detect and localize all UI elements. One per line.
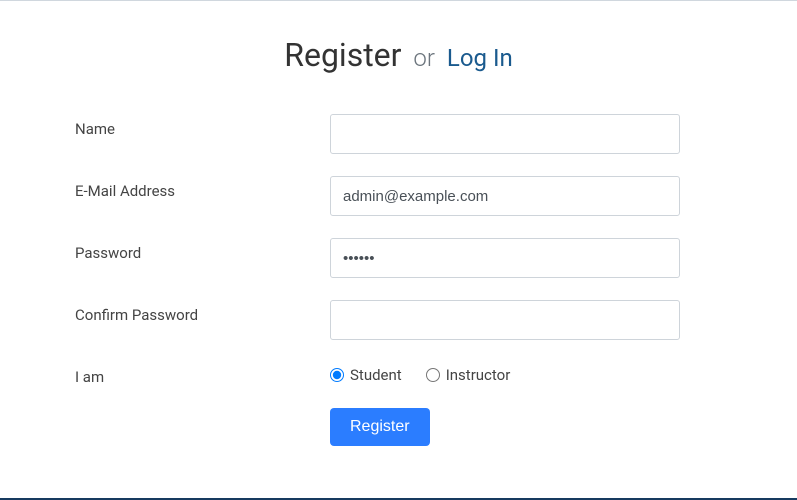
form-row-password: Password [75, 238, 722, 278]
role-label: I am [75, 362, 330, 386]
register-button[interactable]: Register [330, 408, 430, 446]
instructor-radio-label: Instructor [446, 366, 511, 384]
role-radio-group: Student Instructor [330, 364, 680, 384]
name-input[interactable] [330, 114, 680, 154]
student-radio[interactable] [330, 368, 344, 382]
register-form-container: Register or Log In Name E-Mail Address P… [0, 1, 797, 446]
radio-item-instructor[interactable]: Instructor [426, 366, 511, 384]
instructor-radio[interactable] [426, 368, 440, 382]
password-input[interactable] [330, 238, 680, 278]
submit-row: Register [75, 408, 722, 446]
form-row-role: I am Student Instructor [75, 362, 722, 386]
confirm-password-label: Confirm Password [75, 300, 330, 324]
email-input[interactable] [330, 176, 680, 216]
student-radio-label: Student [350, 366, 402, 384]
form-row-name: Name [75, 114, 722, 154]
radio-item-student[interactable]: Student [330, 366, 402, 384]
password-label: Password [75, 238, 330, 262]
heading-register: Register [284, 36, 401, 74]
form-row-email: E-Mail Address [75, 176, 722, 216]
email-label: E-Mail Address [75, 176, 330, 200]
login-link[interactable]: Log In [447, 44, 513, 72]
page-heading: Register or Log In [75, 36, 722, 74]
confirm-password-input[interactable] [330, 300, 680, 340]
heading-or: or [413, 44, 435, 72]
form-row-confirm-password: Confirm Password [75, 300, 722, 340]
name-label: Name [75, 114, 330, 138]
